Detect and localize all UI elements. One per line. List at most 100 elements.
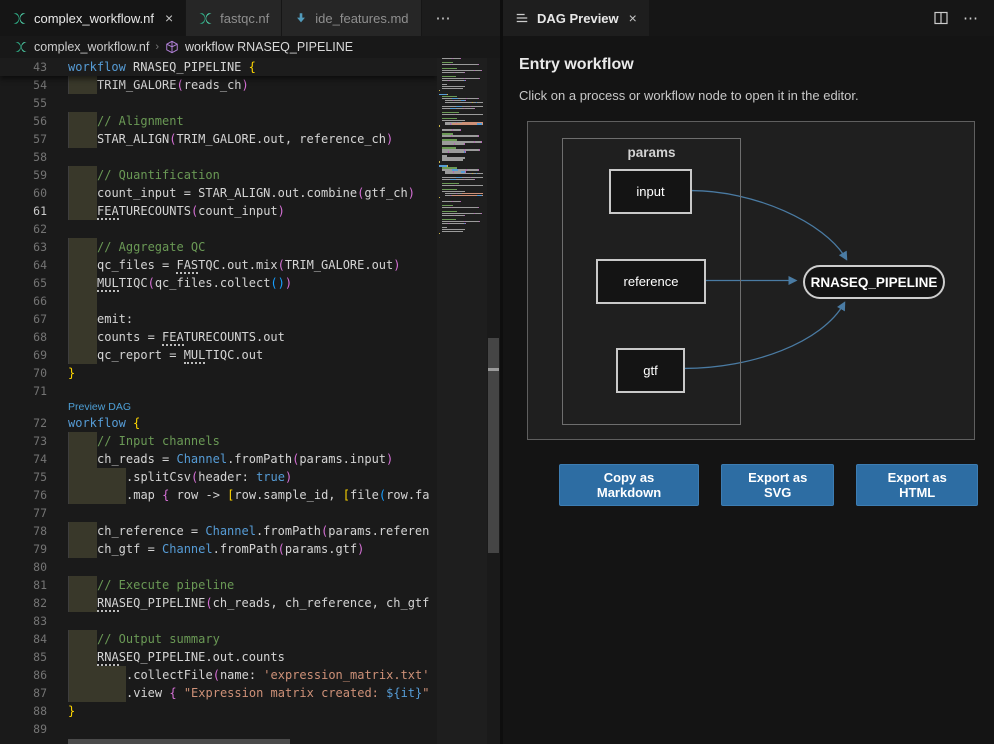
code-line[interactable]: 61FEATURECOUNTS(count_input) bbox=[0, 202, 437, 220]
line-number: 69 bbox=[0, 346, 68, 364]
panel-close-icon[interactable]: × bbox=[629, 10, 637, 26]
indent-highlight bbox=[68, 630, 97, 648]
code-line[interactable]: 60count_input = STAR_ALIGN.out.combine(g… bbox=[0, 184, 437, 202]
line-number: 60 bbox=[0, 184, 68, 202]
code-line[interactable]: 74ch_reads = Channel.fromPath(params.inp… bbox=[0, 450, 437, 468]
indent-highlight bbox=[68, 310, 97, 328]
code-line[interactable]: 80 bbox=[0, 558, 437, 576]
copy-as-markdown-button[interactable]: Copy as Markdown bbox=[559, 464, 699, 506]
codelens-preview-dag[interactable]: Preview DAG bbox=[0, 400, 437, 414]
horizontal-scrollbar-slider[interactable] bbox=[68, 739, 290, 744]
panel-heading: Entry workflow bbox=[519, 56, 978, 74]
tab-ide-features[interactable]: ide_features.md bbox=[282, 0, 421, 36]
code-line[interactable]: 84// Output summary bbox=[0, 630, 437, 648]
indent-highlight bbox=[68, 328, 97, 346]
code-line[interactable]: 69qc_report = MULTIQC.out bbox=[0, 346, 437, 364]
split-editor-icon[interactable] bbox=[933, 10, 949, 26]
line-number: 84 bbox=[0, 630, 68, 648]
indent-highlight bbox=[68, 76, 97, 94]
export-as-svg-button[interactable]: Export as SVG bbox=[721, 464, 834, 506]
overview-ruler-mark bbox=[488, 368, 499, 371]
export-as-html-button[interactable]: Export as HTML bbox=[856, 464, 978, 506]
dag-node-input[interactable]: input bbox=[609, 169, 692, 214]
code-line[interactable]: 66 bbox=[0, 292, 437, 310]
line-number: 59 bbox=[0, 166, 68, 184]
ide-window: complex_workflow.nf × fastqc.nf ide_feat… bbox=[0, 0, 994, 744]
code-text: .splitCsv(header: true) bbox=[126, 468, 292, 486]
line-number: 73 bbox=[0, 432, 68, 450]
line-number: 76 bbox=[0, 486, 68, 504]
code-line[interactable]: 76.map { row -> [row.sample_id, [file(ro… bbox=[0, 486, 437, 504]
indent-highlight bbox=[68, 112, 97, 130]
code-line[interactable]: 68counts = FEATURECOUNTS.out bbox=[0, 328, 437, 346]
code-line[interactable]: 86.collectFile(name: 'expression_matrix.… bbox=[0, 666, 437, 684]
code-line[interactable]: 71 bbox=[0, 382, 437, 400]
code-viewport[interactable]: 54TRIM_GALORE(reads_ch)5556// Alignment5… bbox=[0, 58, 437, 744]
indent-highlight bbox=[68, 648, 97, 666]
more-actions-icon[interactable]: ⋯ bbox=[963, 9, 980, 27]
sticky-scroll-line[interactable]: 43workflow RNASEQ_PIPELINE { bbox=[0, 58, 437, 76]
code-line[interactable]: 73// Input channels bbox=[0, 432, 437, 450]
code-line[interactable]: 88} bbox=[0, 702, 437, 720]
dag-node-gtf[interactable]: gtf bbox=[616, 348, 685, 393]
code-line[interactable]: 57STAR_ALIGN(TRIM_GALORE.out, reference_… bbox=[0, 130, 437, 148]
code-line[interactable]: 67emit: bbox=[0, 310, 437, 328]
code-line[interactable]: 54TRIM_GALORE(reads_ch) bbox=[0, 76, 437, 94]
code-line[interactable]: 77 bbox=[0, 504, 437, 522]
code-line[interactable]: 75.splitCsv(header: true) bbox=[0, 468, 437, 486]
code-text: } bbox=[68, 364, 75, 382]
vertical-scrollbar[interactable] bbox=[487, 58, 500, 744]
tab-label: ide_features.md bbox=[315, 11, 408, 26]
code-line[interactable]: 64qc_files = FASTQC.out.mix(TRIM_GALORE.… bbox=[0, 256, 437, 274]
tab-dag-preview[interactable]: DAG Preview × bbox=[503, 0, 649, 36]
line-number: 66 bbox=[0, 292, 68, 310]
panel-header: DAG Preview × ⋯ bbox=[503, 0, 994, 36]
code-line[interactable]: 55 bbox=[0, 94, 437, 112]
dag-group-label: params bbox=[563, 145, 740, 160]
indent-highlight bbox=[68, 666, 126, 684]
dag-diagram: params input reference gtf RNASEQ_PIPELI… bbox=[527, 121, 975, 440]
line-number: 67 bbox=[0, 310, 68, 328]
code-line[interactable]: 72workflow { bbox=[0, 414, 437, 432]
code-line[interactable]: 59// Quantification bbox=[0, 166, 437, 184]
code-text: RNASEQ_PIPELINE.out.counts bbox=[97, 648, 285, 666]
code-line[interactable]: 81// Execute pipeline bbox=[0, 576, 437, 594]
line-number: 85 bbox=[0, 648, 68, 666]
indent-highlight bbox=[68, 486, 126, 504]
code-line[interactable]: 89 bbox=[0, 720, 437, 738]
indent-highlight bbox=[68, 522, 97, 540]
code-lines[interactable]: 54TRIM_GALORE(reads_ch)5556// Alignment5… bbox=[0, 76, 437, 738]
tab-close-icon[interactable]: × bbox=[165, 10, 173, 26]
tab-fastqc[interactable]: fastqc.nf bbox=[186, 0, 282, 36]
code-line[interactable]: 62 bbox=[0, 220, 437, 238]
code-line[interactable]: 63// Aggregate QC bbox=[0, 238, 437, 256]
dag-node-rnaseq-pipeline[interactable]: RNASEQ_PIPELINE bbox=[803, 265, 945, 299]
line-number: 62 bbox=[0, 220, 68, 238]
indent-highlight bbox=[68, 238, 97, 256]
code-line[interactable]: 56// Alignment bbox=[0, 112, 437, 130]
code-line[interactable]: 65MULTIQC(qc_files.collect()) bbox=[0, 274, 437, 292]
code-line[interactable]: 79ch_gtf = Channel.fromPath(params.gtf) bbox=[0, 540, 437, 558]
code-line[interactable]: 58 bbox=[0, 148, 437, 166]
breadcrumb-symbol[interactable]: workflow RNASEQ_PIPELINE bbox=[185, 40, 353, 54]
line-number: 88 bbox=[0, 702, 68, 720]
code-line[interactable]: 70} bbox=[0, 364, 437, 382]
tab-overflow-button[interactable]: ⋯ bbox=[422, 0, 467, 36]
indent-highlight bbox=[68, 166, 97, 184]
line-number: 81 bbox=[0, 576, 68, 594]
code-line[interactable]: 78ch_reference = Channel.fromPath(params… bbox=[0, 522, 437, 540]
dag-node-reference[interactable]: reference bbox=[596, 259, 706, 304]
code-line[interactable]: 82RNASEQ_PIPELINE(ch_reads, ch_reference… bbox=[0, 594, 437, 612]
tab-complex-workflow[interactable]: complex_workflow.nf × bbox=[0, 0, 186, 36]
breadcrumb-file[interactable]: complex_workflow.nf bbox=[34, 40, 149, 54]
code-line[interactable]: 83 bbox=[0, 612, 437, 630]
code-line[interactable]: 43workflow RNASEQ_PIPELINE { bbox=[0, 58, 437, 76]
indent-highlight bbox=[68, 576, 97, 594]
code-line[interactable]: 87.view { "Expression matrix created: ${… bbox=[0, 684, 437, 702]
code-text: ch_reference = Channel.fromPath(params.r… bbox=[97, 522, 429, 540]
code-text: counts = FEATURECOUNTS.out bbox=[97, 328, 285, 346]
minimap[interactable] bbox=[437, 58, 487, 744]
code-editor[interactable]: 54TRIM_GALORE(reads_ch)5556// Alignment5… bbox=[0, 58, 500, 744]
breadcrumb[interactable]: complex_workflow.nf › workflow RNASEQ_PI… bbox=[0, 36, 500, 58]
code-line[interactable]: 85 RNASEQ_PIPELINE.out.counts bbox=[0, 648, 437, 666]
